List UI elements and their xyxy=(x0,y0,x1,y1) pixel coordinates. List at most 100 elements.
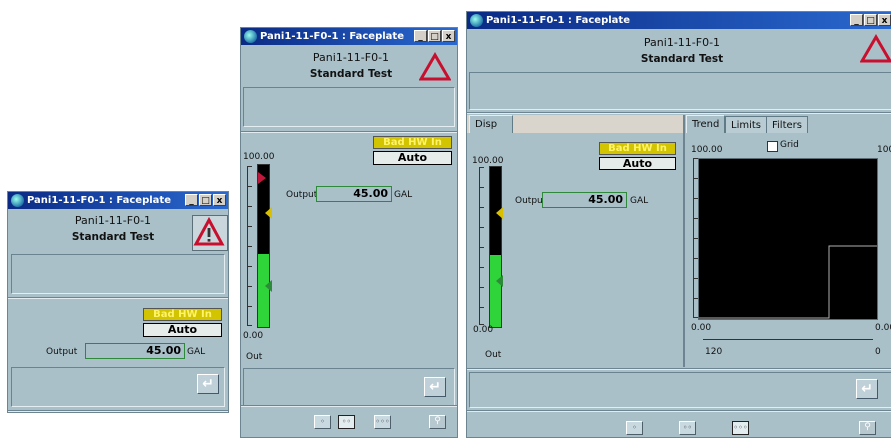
tab-filters[interactable]: Filters xyxy=(766,116,808,133)
trend-line xyxy=(699,245,877,319)
faceplate-window-small[interactable]: Pani1-11-F0-1 : Faceplate _ □ x Pani1-11… xyxy=(7,191,229,413)
output-label: Output xyxy=(46,347,78,357)
setpoint-marker xyxy=(265,207,272,219)
output-bar xyxy=(257,164,270,328)
header-text: Pani1-11-F0-1 Standard Test xyxy=(48,212,178,246)
separator xyxy=(8,297,228,299)
trend-y-scale-left xyxy=(693,158,698,318)
view-large-button[interactable]: ◦◦◦ xyxy=(732,421,749,435)
separator xyxy=(467,112,891,114)
low-limit-marker xyxy=(265,280,272,292)
bar-label: Out xyxy=(485,350,502,360)
trend-y-min-left: 0.00 xyxy=(691,323,712,333)
window-title: Pani1-11-F0-1 : Faceplate xyxy=(486,15,630,26)
app-icon xyxy=(244,30,257,43)
bar-max-label: 100.00 xyxy=(472,156,504,166)
enter-button[interactable]: ↵ xyxy=(197,374,219,394)
separator xyxy=(241,131,457,133)
output-bar-fill xyxy=(490,255,501,327)
time-axis xyxy=(703,339,873,340)
grid-checkbox[interactable] xyxy=(767,141,778,152)
alarm-icon[interactable] xyxy=(192,215,228,251)
description: Standard Test xyxy=(71,231,155,243)
bar-label: Out xyxy=(246,352,263,362)
message-panel xyxy=(469,72,891,110)
maximize-button[interactable]: □ xyxy=(428,30,441,42)
view-large-button[interactable]: ◦◦◦ xyxy=(374,415,391,429)
pane-divider xyxy=(683,115,685,367)
title-bar[interactable]: Pani1-11-F0-1 : Faceplate _ □ x xyxy=(8,192,228,209)
window-medium-toolbar: ◦ ◦◦ ◦◦◦ ⚲ xyxy=(240,405,458,438)
window-title: Pani1-11-F0-1 : Faceplate xyxy=(27,195,171,206)
view-medium-button[interactable]: ◦◦ xyxy=(679,421,696,435)
tab-trend[interactable]: Trend xyxy=(686,115,726,133)
trend-y-min-right: 0.00 xyxy=(875,323,891,333)
output-value[interactable]: 45.00 xyxy=(316,186,392,202)
bar-min-label: 0.00 xyxy=(243,331,264,341)
separator xyxy=(8,410,228,412)
trend-y-max-right: 100.00 xyxy=(877,145,891,155)
separator xyxy=(467,368,891,370)
mode-indicator[interactable]: Auto xyxy=(599,157,676,170)
separator xyxy=(241,405,457,407)
description: Standard Test xyxy=(309,68,393,80)
minimize-button[interactable]: _ xyxy=(414,30,427,42)
header-text: Pani1-11-F0-1 Standard Test xyxy=(617,34,747,68)
output-unit: GAL xyxy=(187,347,206,357)
enter-button[interactable]: ↵ xyxy=(856,379,878,399)
mode-indicator[interactable]: Auto xyxy=(373,151,452,165)
tag-name: Pani1-11-F0-1 xyxy=(74,214,152,227)
minimize-button[interactable]: _ xyxy=(185,194,198,206)
output-value[interactable]: 45.00 xyxy=(542,192,627,208)
view-small-button[interactable]: ◦ xyxy=(626,421,643,435)
grid-label: Grid xyxy=(780,140,799,150)
bar-max-label: 100.00 xyxy=(243,152,275,162)
output-value[interactable]: 45.00 xyxy=(85,343,185,359)
maximize-button[interactable]: □ xyxy=(864,14,877,26)
close-button[interactable]: x xyxy=(878,14,891,26)
tag-name: Pani1-11-F0-1 xyxy=(312,51,390,64)
output-label: Output xyxy=(286,190,318,200)
close-button[interactable]: x xyxy=(213,194,226,206)
trend-y-max-left: 100.00 xyxy=(691,145,723,155)
command-panel xyxy=(469,372,891,408)
message-panel xyxy=(243,87,455,127)
alarm-icon[interactable] xyxy=(860,34,891,64)
mode-indicator[interactable]: Auto xyxy=(143,323,222,337)
maximize-button[interactable]: □ xyxy=(199,194,212,206)
status-badge: Bad HW In xyxy=(373,136,452,149)
trend-plot[interactable] xyxy=(698,158,878,320)
tab-disp[interactable]: Disp xyxy=(469,115,513,133)
title-bar[interactable]: Pani1-11-F0-1 : Faceplate _ □ x xyxy=(241,28,457,45)
app-icon xyxy=(470,14,483,27)
time-end-label: 0 xyxy=(875,347,881,357)
pin-button[interactable]: ⚲ xyxy=(859,421,876,435)
separator xyxy=(467,410,891,412)
output-unit: GAL xyxy=(394,190,413,200)
enter-button[interactable]: ↵ xyxy=(424,377,446,397)
time-start-label: 120 xyxy=(705,347,723,357)
header-text: Pani1-11-F0-1 Standard Test xyxy=(286,49,416,83)
bar-min-label: 0.00 xyxy=(473,325,494,335)
view-small-button[interactable]: ◦ xyxy=(314,415,331,429)
bar-scale xyxy=(479,167,484,325)
status-badge: Bad HW In xyxy=(599,142,676,155)
title-bar[interactable]: Pani1-11-F0-1 : Faceplate _ □ x xyxy=(467,12,891,29)
message-panel xyxy=(11,254,225,294)
close-button[interactable]: x xyxy=(442,30,455,42)
description: Standard Test xyxy=(640,53,724,65)
bar-scale xyxy=(247,166,252,326)
tab-limits[interactable]: Limits xyxy=(725,116,767,133)
output-unit: GAL xyxy=(630,196,649,206)
window-title: Pani1-11-F0-1 : Faceplate xyxy=(260,31,404,42)
output-bar xyxy=(489,166,502,328)
minimize-button[interactable]: _ xyxy=(850,14,863,26)
pin-button[interactable]: ⚲ xyxy=(429,415,446,429)
low-limit-marker xyxy=(496,275,503,287)
command-panel xyxy=(11,367,225,407)
faceplate-window-large[interactable]: Pani1-11-F0-1 : Faceplate _ □ x Pani1-11… xyxy=(466,11,891,438)
faceplate-window-medium[interactable]: Pani1-11-F0-1 : Faceplate _ □ x Pani1-11… xyxy=(240,27,458,413)
app-icon xyxy=(11,194,24,207)
alarm-icon[interactable] xyxy=(419,52,451,82)
view-medium-button[interactable]: ◦◦ xyxy=(338,415,355,429)
